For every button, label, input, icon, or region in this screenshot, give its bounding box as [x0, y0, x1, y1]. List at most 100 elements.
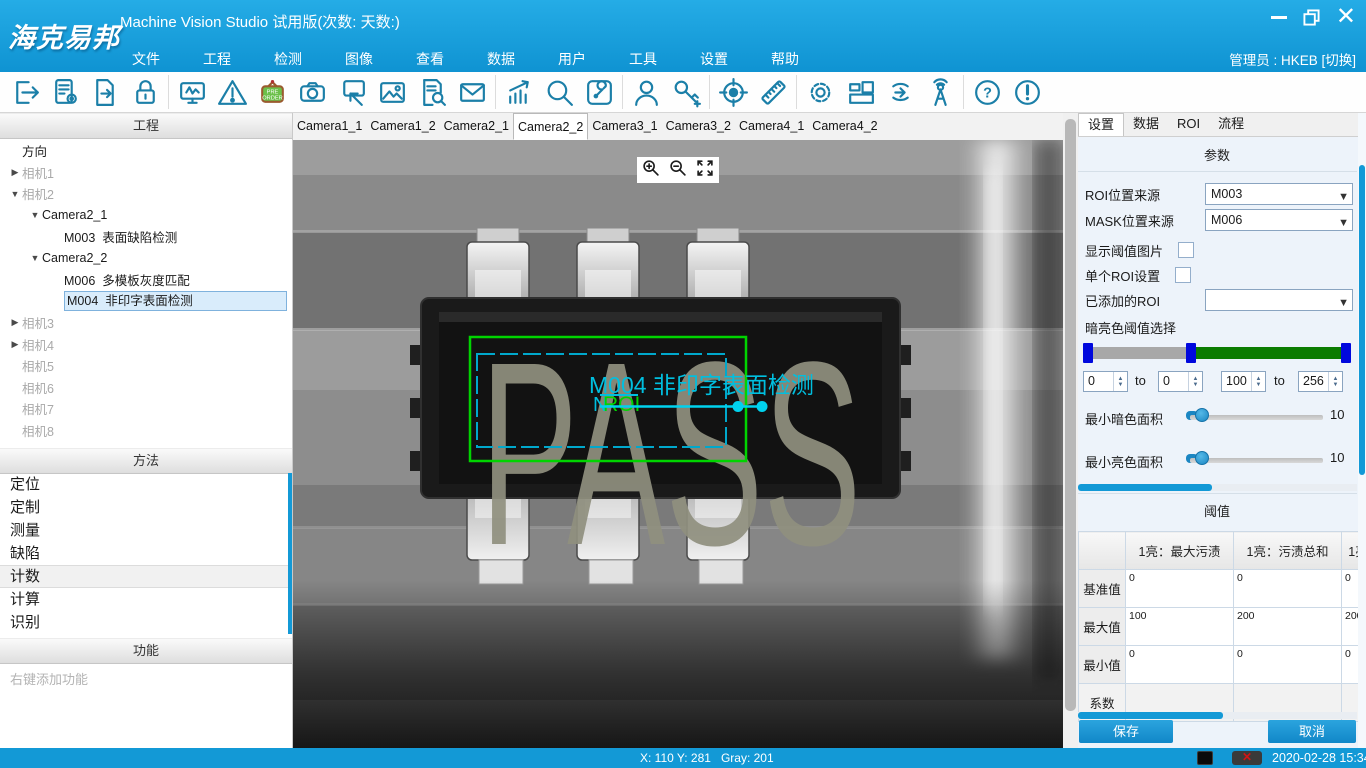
table-cell[interactable]: 0 [1126, 646, 1234, 684]
minimize-icon[interactable] [1271, 16, 1287, 19]
tree-item-相机3[interactable]: ▶相机3 [0, 312, 290, 334]
min-bright-area-slider[interactable] [1190, 458, 1323, 463]
spinner-arrows-icon[interactable]: ▲▼ [1188, 372, 1202, 391]
menu-item-user[interactable]: 用户 [558, 49, 586, 69]
camera-tab-camera4_1[interactable]: Camera4_1 [735, 113, 808, 140]
mask-source-select[interactable]: M006▼ [1205, 209, 1353, 231]
save-button[interactable]: 保存 [1079, 720, 1173, 743]
monitor-icon[interactable] [172, 73, 212, 111]
roi-handle-dot[interactable] [757, 401, 768, 412]
slider-handle-low[interactable] [1083, 343, 1093, 363]
tree-item-camera2_1[interactable]: ▼Camera2_1 [0, 205, 290, 227]
method-item[interactable]: 识别 [0, 611, 288, 634]
zoom-out-icon[interactable] [668, 158, 688, 183]
tab-data[interactable]: 数据 [1124, 113, 1168, 136]
tree-item-camera2_2[interactable]: ▼Camera2_2 [0, 248, 290, 270]
dark-high-spinner[interactable]: 0▲▼ [1158, 371, 1203, 392]
camera-tab-camera3_1[interactable]: Camera3_1 [588, 113, 661, 140]
roi-source-select[interactable]: M003▼ [1205, 183, 1353, 205]
menu-item-project[interactable]: 工程 [203, 49, 231, 69]
camera-tab-camera2_1[interactable]: Camera2_1 [440, 113, 513, 140]
single-roi-setting-checkbox[interactable] [1175, 267, 1191, 283]
black-square-icon[interactable] [1197, 751, 1213, 765]
roi-handle-dot[interactable] [733, 401, 744, 412]
tree-item-m004[interactable]: M004 非印字表面检测 [0, 291, 290, 313]
table-cell[interactable]: 100 [1126, 608, 1234, 646]
camera-icon[interactable] [292, 73, 332, 111]
method-item[interactable]: 缺陷 [0, 542, 288, 565]
tree-item-m003[interactable]: M003 表面缺陷检测 [0, 226, 290, 248]
dark-low-spinner[interactable]: 0▲▼ [1083, 371, 1128, 392]
show-threshold-image-checkbox[interactable] [1178, 242, 1194, 258]
about-icon[interactable] [1007, 73, 1047, 111]
mail-icon[interactable] [452, 73, 492, 111]
chevron-down-icon[interactable]: ▼ [28, 210, 42, 220]
switch-user-link[interactable]: [切换] [1318, 53, 1356, 68]
close-icon[interactable]: ✕ [1336, 5, 1356, 29]
preorder-icon[interactable]: PREORDER [252, 73, 292, 111]
gear-icon[interactable] [800, 73, 840, 111]
doc-settings-icon[interactable] [45, 73, 85, 111]
image-icon[interactable] [372, 73, 412, 111]
slider-handle-high[interactable] [1341, 343, 1351, 363]
doc-export-icon[interactable] [85, 73, 125, 111]
viewer-vertical-scrollbar[interactable] [1063, 113, 1078, 748]
warning-icon[interactable] [212, 73, 252, 111]
table-cell[interactable]: 0 [1126, 570, 1234, 608]
doc-search-icon[interactable] [412, 73, 452, 111]
spinner-arrows-icon[interactable]: ▲▼ [1328, 372, 1342, 391]
key-add-icon[interactable] [666, 73, 706, 111]
dark-bright-threshold-slider[interactable] [1083, 343, 1351, 363]
restore-icon[interactable] [1303, 9, 1320, 26]
red-x-icon[interactable]: ✕ [1232, 751, 1262, 765]
tree-item-方向[interactable]: 方向 [0, 140, 290, 162]
user-icon[interactable] [626, 73, 666, 111]
scrollbar-thumb[interactable] [1359, 165, 1365, 475]
menu-item-data[interactable]: 数据 [487, 49, 515, 69]
menu-item-tools[interactable]: 工具 [629, 49, 657, 69]
exit-icon[interactable] [5, 73, 45, 111]
min-dark-area-slider[interactable] [1190, 415, 1323, 420]
tree-item-相机6[interactable]: 相机6 [0, 377, 290, 399]
table-cell[interactable]: 0 [1234, 646, 1342, 684]
stats-icon[interactable] [499, 73, 539, 111]
slider-handle-mid[interactable] [1186, 343, 1196, 363]
lock-icon[interactable] [125, 73, 165, 111]
bright-low-spinner[interactable]: 100▲▼ [1221, 371, 1266, 392]
tab-flow[interactable]: 流程 [1209, 113, 1253, 136]
scrollbar-thumb[interactable] [1078, 712, 1223, 719]
chevron-down-icon[interactable]: ▼ [28, 253, 42, 263]
menu-item-help[interactable]: 帮助 [771, 49, 799, 69]
min-dark-area-slider-handle[interactable] [1195, 408, 1209, 422]
scrollbar-thumb[interactable] [1065, 119, 1076, 711]
params-hscrollbar[interactable] [1078, 484, 1357, 491]
tab-settings[interactable]: 设置 [1078, 113, 1124, 136]
ruler-icon[interactable] [753, 73, 793, 111]
camera-tab-camera4_2[interactable]: Camera4_2 [808, 113, 881, 140]
zoom-in-icon[interactable] [641, 158, 661, 183]
menu-item-inspect[interactable]: 检测 [274, 49, 302, 69]
tree-item-相机5[interactable]: 相机5 [0, 355, 290, 377]
toolbox-icon[interactable] [579, 73, 619, 111]
bright-high-spinner[interactable]: 256▲▼ [1298, 371, 1343, 392]
table-cell[interactable]: 200 [1234, 608, 1342, 646]
sync-icon[interactable] [880, 73, 920, 111]
tree-item-相机1[interactable]: ▶相机1 [0, 162, 290, 184]
camera-tab-camera3_2[interactable]: Camera3_2 [662, 113, 735, 140]
method-item[interactable]: 计算 [0, 588, 288, 611]
added-roi-select[interactable]: ▼ [1205, 289, 1353, 311]
search-icon[interactable] [539, 73, 579, 111]
import-icon[interactable] [332, 73, 372, 111]
cancel-button[interactable]: 取消 [1268, 720, 1356, 743]
table-cell[interactable]: 0 [1234, 570, 1342, 608]
tree-item-相机4[interactable]: ▶相机4 [0, 334, 290, 356]
antenna-icon[interactable] [920, 73, 960, 111]
chevron-right-icon[interactable]: ▶ [8, 317, 22, 328]
tree-item-相机7[interactable]: 相机7 [0, 398, 290, 420]
min-bright-area-slider-handle[interactable] [1195, 451, 1209, 465]
menu-item-image[interactable]: 图像 [345, 49, 373, 69]
method-item[interactable]: 定位 [0, 473, 288, 496]
tree-item-相机2[interactable]: ▼相机2 [0, 183, 290, 205]
method-item[interactable]: 测量 [0, 519, 288, 542]
target-icon[interactable] [713, 73, 753, 111]
